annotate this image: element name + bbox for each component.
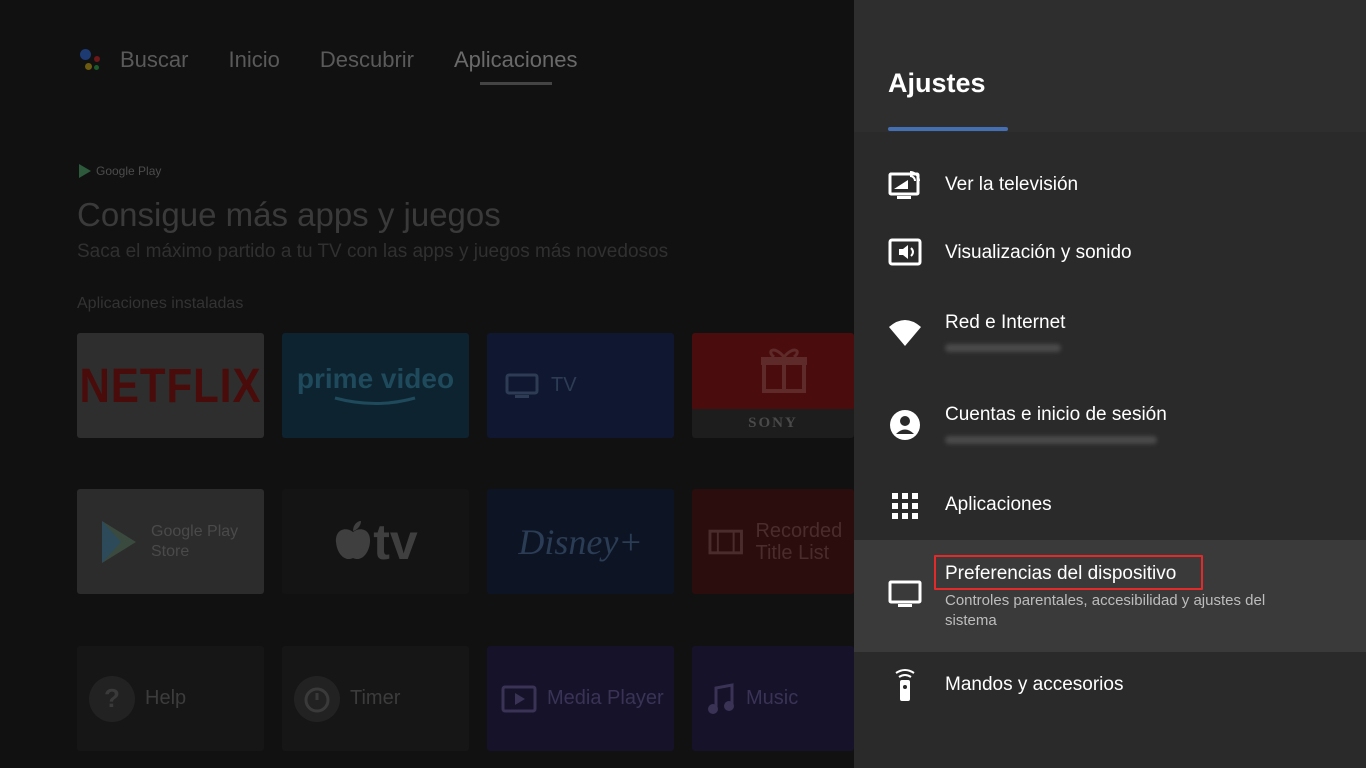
nav-search[interactable]: Buscar (120, 47, 188, 73)
settings-item-accounts[interactable]: Cuentas e inicio de sesión (854, 382, 1366, 472)
settings-item-sublabel: Controles parentales, accesibilidad y aj… (945, 592, 1266, 629)
apple-icon (336, 520, 371, 559)
settings-item-label: Cuentas e inicio de sesión (945, 404, 1167, 425)
google-play-store-label: Google Play Store (151, 522, 239, 560)
app-tile-timer[interactable]: Timer (282, 646, 469, 751)
app-tile-help[interactable]: ? Help (77, 646, 264, 751)
app-tile-tv[interactable]: TV (487, 333, 674, 438)
timer-icon (294, 675, 340, 722)
app-tile-sony[interactable]: SONY (692, 333, 854, 438)
sony-logo: SONY (748, 415, 798, 431)
app-tile-music[interactable]: Music (692, 646, 854, 751)
app-tile-apple-tv[interactable]: tv (282, 489, 469, 594)
help-label: Help (145, 687, 187, 709)
settings-item-label: Visualización y sonido (945, 242, 1132, 263)
settings-item-apps[interactable]: Aplicaciones (854, 472, 1366, 540)
music-note-icon (708, 682, 734, 714)
installed-apps-label: Aplicaciones instaladas (77, 295, 244, 312)
google-play-store-icon (102, 520, 136, 563)
prime-video-logo: prime video (296, 362, 455, 394)
apps-grid-icon (888, 489, 922, 523)
netflix-logo: NETFLIX (79, 357, 262, 412)
app-tile-netflix[interactable]: NETFLIX (77, 333, 264, 438)
top-navigation: Buscar Inicio Descubrir Aplicaciones (78, 44, 618, 85)
app-tile-google-play-store[interactable]: Google Play Store (77, 489, 264, 594)
wifi-icon (888, 316, 922, 350)
disney-plus-logo: Disney+ (518, 521, 643, 562)
monitor-icon (888, 578, 922, 612)
display-sound-icon (888, 236, 922, 270)
media-player-icon (501, 685, 537, 712)
app-tile-prime-video[interactable]: prime video (282, 333, 469, 438)
nav-home[interactable]: Inicio (228, 47, 279, 73)
tv-label: TV (551, 374, 577, 396)
google-play-logo: Google Play (78, 163, 161, 179)
film-icon (708, 529, 743, 554)
tv-icon (505, 373, 539, 398)
settings-title: Ajustes (888, 68, 986, 98)
settings-item-label: Aplicaciones (945, 494, 1052, 515)
timer-label: Timer (350, 687, 401, 709)
settings-item-label: Ver la televisión (945, 174, 1079, 195)
music-label: Music (746, 687, 799, 709)
settings-item-network[interactable]: Red e Internet (854, 290, 1366, 382)
settings-item-label: Red e Internet (945, 312, 1066, 333)
app-tile-disney-plus[interactable]: Disney+ (487, 489, 674, 594)
blurred-account-email (945, 436, 1157, 444)
blurred-network-name (945, 344, 1061, 352)
apple-tv-label: tv (373, 513, 418, 570)
settings-item-label: Mandos y accesorios (945, 674, 1124, 695)
settings-header: Ajustes (854, 0, 1366, 132)
remote-icon (888, 668, 922, 702)
settings-panel: Ajustes Ver la televisión Visualización … (854, 0, 1366, 768)
settings-item-watch-tv[interactable]: Ver la televisión (854, 152, 1366, 220)
settings-item-device-preferences[interactable]: Preferencias del dispositivo Controles p… (854, 540, 1366, 652)
gift-icon (761, 348, 807, 393)
recorded-title-list-label: Recorded Title List (755, 519, 843, 564)
google-play-logo-text: Google Play (96, 164, 162, 178)
app-tile-recorded-title-list[interactable]: Recorded Title List (692, 489, 854, 594)
scrolled-item-remnant (888, 118, 1028, 132)
media-player-label: Media Player (547, 687, 664, 709)
help-icon: ? (89, 675, 135, 722)
settings-item-label: Preferencias del dispositivo (945, 563, 1177, 584)
settings-item-remotes-accessories[interactable]: Mandos y accesorios (854, 652, 1366, 720)
promo-subtitle: Saca el máximo partido a tu TV con las a… (77, 241, 669, 262)
nav-discover[interactable]: Descubrir (320, 47, 414, 73)
nav-apps[interactable]: Aplicaciones (454, 47, 578, 85)
account-icon (888, 408, 922, 442)
settings-item-display-sound[interactable]: Visualización y sonido (854, 220, 1366, 288)
google-assistant-icon[interactable] (78, 46, 106, 74)
prime-smile-icon (334, 396, 415, 405)
promo-title: Consigue más apps y juegos (77, 196, 501, 233)
app-tile-media-player[interactable]: Media Player (487, 646, 674, 751)
tv-input-icon (888, 168, 922, 202)
play-triangle-icon (79, 164, 91, 178)
